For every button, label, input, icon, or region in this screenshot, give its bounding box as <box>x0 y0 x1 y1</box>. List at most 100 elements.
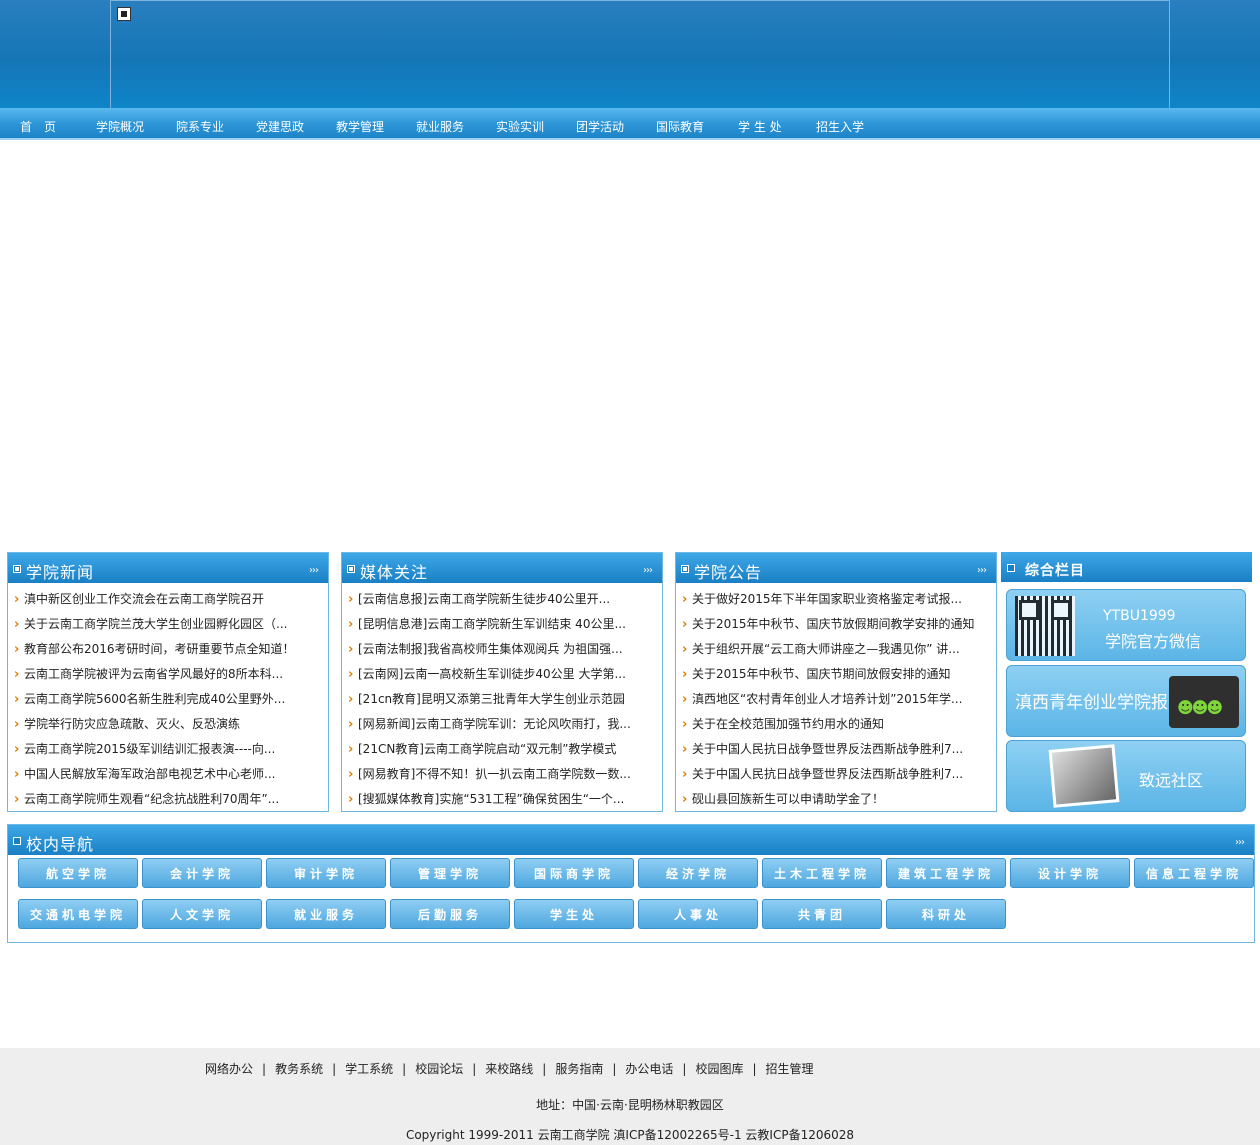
campus-button[interactable]: 国际商学院 <box>514 858 634 888</box>
campus-button[interactable]: 交通机电学院 <box>18 899 138 929</box>
footer-link[interactable]: 学工系统 <box>345 1062 393 1076</box>
campus-button[interactable]: 设计学院 <box>1010 858 1130 888</box>
page: 首 页 学院概况 院系专业 党建思政 教学管理 就业服务 实验实训 团学活动 国… <box>0 0 1260 1145</box>
list-item[interactable]: 关于中国人民抗日战争暨世界反法西斯战争胜利7... <box>682 737 984 762</box>
nav-international[interactable]: 国际教育 <box>656 118 704 135</box>
list-item[interactable]: 关于云南工商学院兰茂大学生创业园孵化园区（... <box>14 612 316 637</box>
nav-teaching[interactable]: 教学管理 <box>336 118 384 135</box>
footer-link[interactable]: 校园图库 <box>695 1062 743 1076</box>
panel-media: 媒体关注 ››› [云南信息报]云南工商学院新生徒步40公里开... [昆明信息… <box>341 552 663 812</box>
list-item[interactable]: 云南工商学院师生观看“纪念抗战胜利70周年”... <box>14 787 316 812</box>
nav-admission[interactable]: 招生入学 <box>816 118 864 135</box>
footer-links: 网络办公 | 教务系统 | 学工系统 | 校园论坛 | 来校路线 | 服务指南 | 办公电话 | 校园图库 |… <box>205 1060 814 1077</box>
campus-button[interactable]: 人文学院 <box>142 899 262 929</box>
list-item[interactable]: 滇中新区创业工作交流会在云南工商学院召开 <box>14 587 316 612</box>
people-folder-icon <box>1169 676 1239 728</box>
nav-party[interactable]: 党建思政 <box>256 118 304 135</box>
campus-button[interactable]: 经济学院 <box>638 858 758 888</box>
campus-button[interactable]: 信息工程学院 <box>1134 858 1254 888</box>
list-item[interactable]: 关于组织开展“云工商大师讲座之—我遇见你” 讲... <box>682 637 984 662</box>
side-column: 综合栏目 YTBU1999 学院官方微信 滇西青年创业学院报名入口 致远社区 <box>1001 552 1252 812</box>
list-item[interactable]: [21CN教育]云南工商学院启动“双元制”教学模式 <box>348 737 650 762</box>
campus-button[interactable]: 后勤服务 <box>390 899 510 929</box>
more-link[interactable]: ››› <box>1235 837 1245 848</box>
list-item[interactable]: [网易教育]不得不知！扒一扒云南工商学院数一数... <box>348 762 650 787</box>
list-item[interactable]: [云南网]云南一高校新生军训徒步40公里 大学第... <box>348 662 650 687</box>
list-item[interactable]: [云南法制报]我省高校师生集体观阅兵 为祖国强... <box>348 637 650 662</box>
panel-title: 学院新闻 <box>26 563 95 582</box>
list-item[interactable]: 关于在全校范围加强节约用水的通知 <box>682 712 984 737</box>
footer-link[interactable]: 办公电话 <box>625 1062 673 1076</box>
footer-link[interactable]: 教务系统 <box>275 1062 323 1076</box>
list-item[interactable]: [昆明信息港]云南工商学院新生军训结束 40公里... <box>348 612 650 637</box>
list-item[interactable]: [搜狐媒体教育]实施“531工程”确保贫困生“一个... <box>348 787 650 812</box>
campus-button[interactable]: 科研处 <box>886 899 1006 929</box>
panel-notices: 学院公告 ››› 关于做好2015年下半年国家职业资格鉴定考试报... 关于20… <box>675 552 997 812</box>
nav-departments[interactable]: 院系专业 <box>176 118 224 135</box>
community-label: 致远社区 <box>1139 771 1204 790</box>
panel-news: 学院新闻 ››› 滇中新区创业工作交流会在云南工商学院召开 关于云南工商学院兰茂… <box>7 552 329 812</box>
list-item[interactable]: 云南工商学院5600名新生胜利完成40公里野外... <box>14 687 316 712</box>
panel-header: 学院新闻 ››› <box>8 553 328 583</box>
more-link[interactable]: ››› <box>643 565 653 576</box>
list-item[interactable]: 滇西地区“农村青年创业人才培养计划”2015年学... <box>682 687 984 712</box>
media-list: [云南信息报]云南工商学院新生徒步40公里开... [昆明信息港]云南工商学院新… <box>342 583 662 812</box>
campus-button[interactable]: 会计学院 <box>142 858 262 888</box>
campus-button[interactable]: 土木工程学院 <box>762 858 882 888</box>
campus-button[interactable]: 共青团 <box>762 899 882 929</box>
signup-card[interactable]: 滇西青年创业学院报名入口 <box>1006 665 1246 737</box>
list-item[interactable]: [网易新闻]云南工商学院军训：无论风吹雨打，我... <box>348 712 650 737</box>
list-item[interactable]: 教育部公布2016考研时间，考研重要节点全知道！ <box>14 637 316 662</box>
list-item[interactable]: 学院举行防灾应急疏散、灭火、反恐演练 <box>14 712 316 737</box>
separator: | <box>262 1062 267 1076</box>
campus-button[interactable]: 建筑工程学院 <box>886 858 1006 888</box>
side-header: 综合栏目 <box>1001 552 1252 582</box>
square-bullet-icon <box>13 565 21 573</box>
list-item[interactable]: 关于中国人民抗日战争暨世界反法西斯战争胜利7... <box>682 762 984 787</box>
more-link[interactable]: ››› <box>977 565 987 576</box>
footer: 网络办公 | 教务系统 | 学工系统 | 校园论坛 | 来校路线 | 服务指南 | 办公电话 | 校园图库 |… <box>0 1048 1260 1145</box>
campus-button[interactable]: 就业服务 <box>266 899 386 929</box>
square-bullet-icon <box>13 837 21 845</box>
list-item[interactable]: [云南信息报]云南工商学院新生徒步40公里开... <box>348 587 650 612</box>
separator: | <box>472 1062 477 1076</box>
header-banner <box>0 0 1260 115</box>
banner-frame <box>110 0 1170 115</box>
more-link[interactable]: ››› <box>309 565 319 576</box>
square-bullet-icon <box>347 565 355 573</box>
footer-link[interactable]: 招生管理 <box>766 1062 814 1076</box>
main-nav: 首 页 学院概况 院系专业 党建思政 教学管理 就业服务 实验实训 团学活动 国… <box>0 108 1260 140</box>
list-item[interactable]: 关于做好2015年下半年国家职业资格鉴定考试报... <box>682 587 984 612</box>
community-card[interactable]: 致远社区 <box>1006 740 1246 812</box>
footer-link[interactable]: 校园论坛 <box>415 1062 463 1076</box>
footer-link[interactable]: 来校路线 <box>485 1062 533 1076</box>
separator: | <box>332 1062 337 1076</box>
footer-link[interactable]: 服务指南 <box>555 1062 603 1076</box>
nav-about[interactable]: 学院概况 <box>96 118 144 135</box>
broken-image-icon <box>117 7 131 21</box>
separator: | <box>682 1062 687 1076</box>
wechat-card[interactable]: YTBU1999 学院官方微信 <box>1006 589 1246 661</box>
campus-button[interactable]: 学生处 <box>514 899 634 929</box>
nav-lab[interactable]: 实验实训 <box>496 118 544 135</box>
list-item[interactable]: 云南工商学院被评为云南省学风最好的8所本科... <box>14 662 316 687</box>
nav-student-affairs[interactable]: 学 生 处 <box>738 118 782 135</box>
campus-button[interactable]: 审计学院 <box>266 858 386 888</box>
campus-button[interactable]: 航空学院 <box>18 858 138 888</box>
wechat-label: 学院官方微信 <box>1105 632 1202 651</box>
campus-title: 校内导航 <box>26 835 95 854</box>
campus-button[interactable]: 人事处 <box>638 899 758 929</box>
list-item[interactable]: 关于2015年中秋节、国庆节期间放假安排的通知 <box>682 662 984 687</box>
campus-button[interactable]: 管理学院 <box>390 858 510 888</box>
list-item[interactable]: 砚山县回族新生可以申请助学金了！ <box>682 787 984 812</box>
footer-address: 地址：中国·云南·昆明杨林职教园区 <box>536 1098 724 1112</box>
list-item[interactable]: 关于2015年中秋节、国庆节放假期间教学安排的通知 <box>682 612 984 637</box>
footer-link[interactable]: 网络办公 <box>205 1062 253 1076</box>
list-item[interactable]: [21cn教育]昆明又添第三批青年大学生创业示范园 <box>348 687 650 712</box>
nav-employment[interactable]: 就业服务 <box>416 118 464 135</box>
list-item[interactable]: 云南工商学院2015级军训结训汇报表演----向... <box>14 737 316 762</box>
separator: | <box>612 1062 617 1076</box>
nav-activities[interactable]: 团学活动 <box>576 118 624 135</box>
list-item[interactable]: 中国人民解放军海军政治部电视艺术中心老师... <box>14 762 316 787</box>
nav-home[interactable]: 首 页 <box>20 118 56 135</box>
